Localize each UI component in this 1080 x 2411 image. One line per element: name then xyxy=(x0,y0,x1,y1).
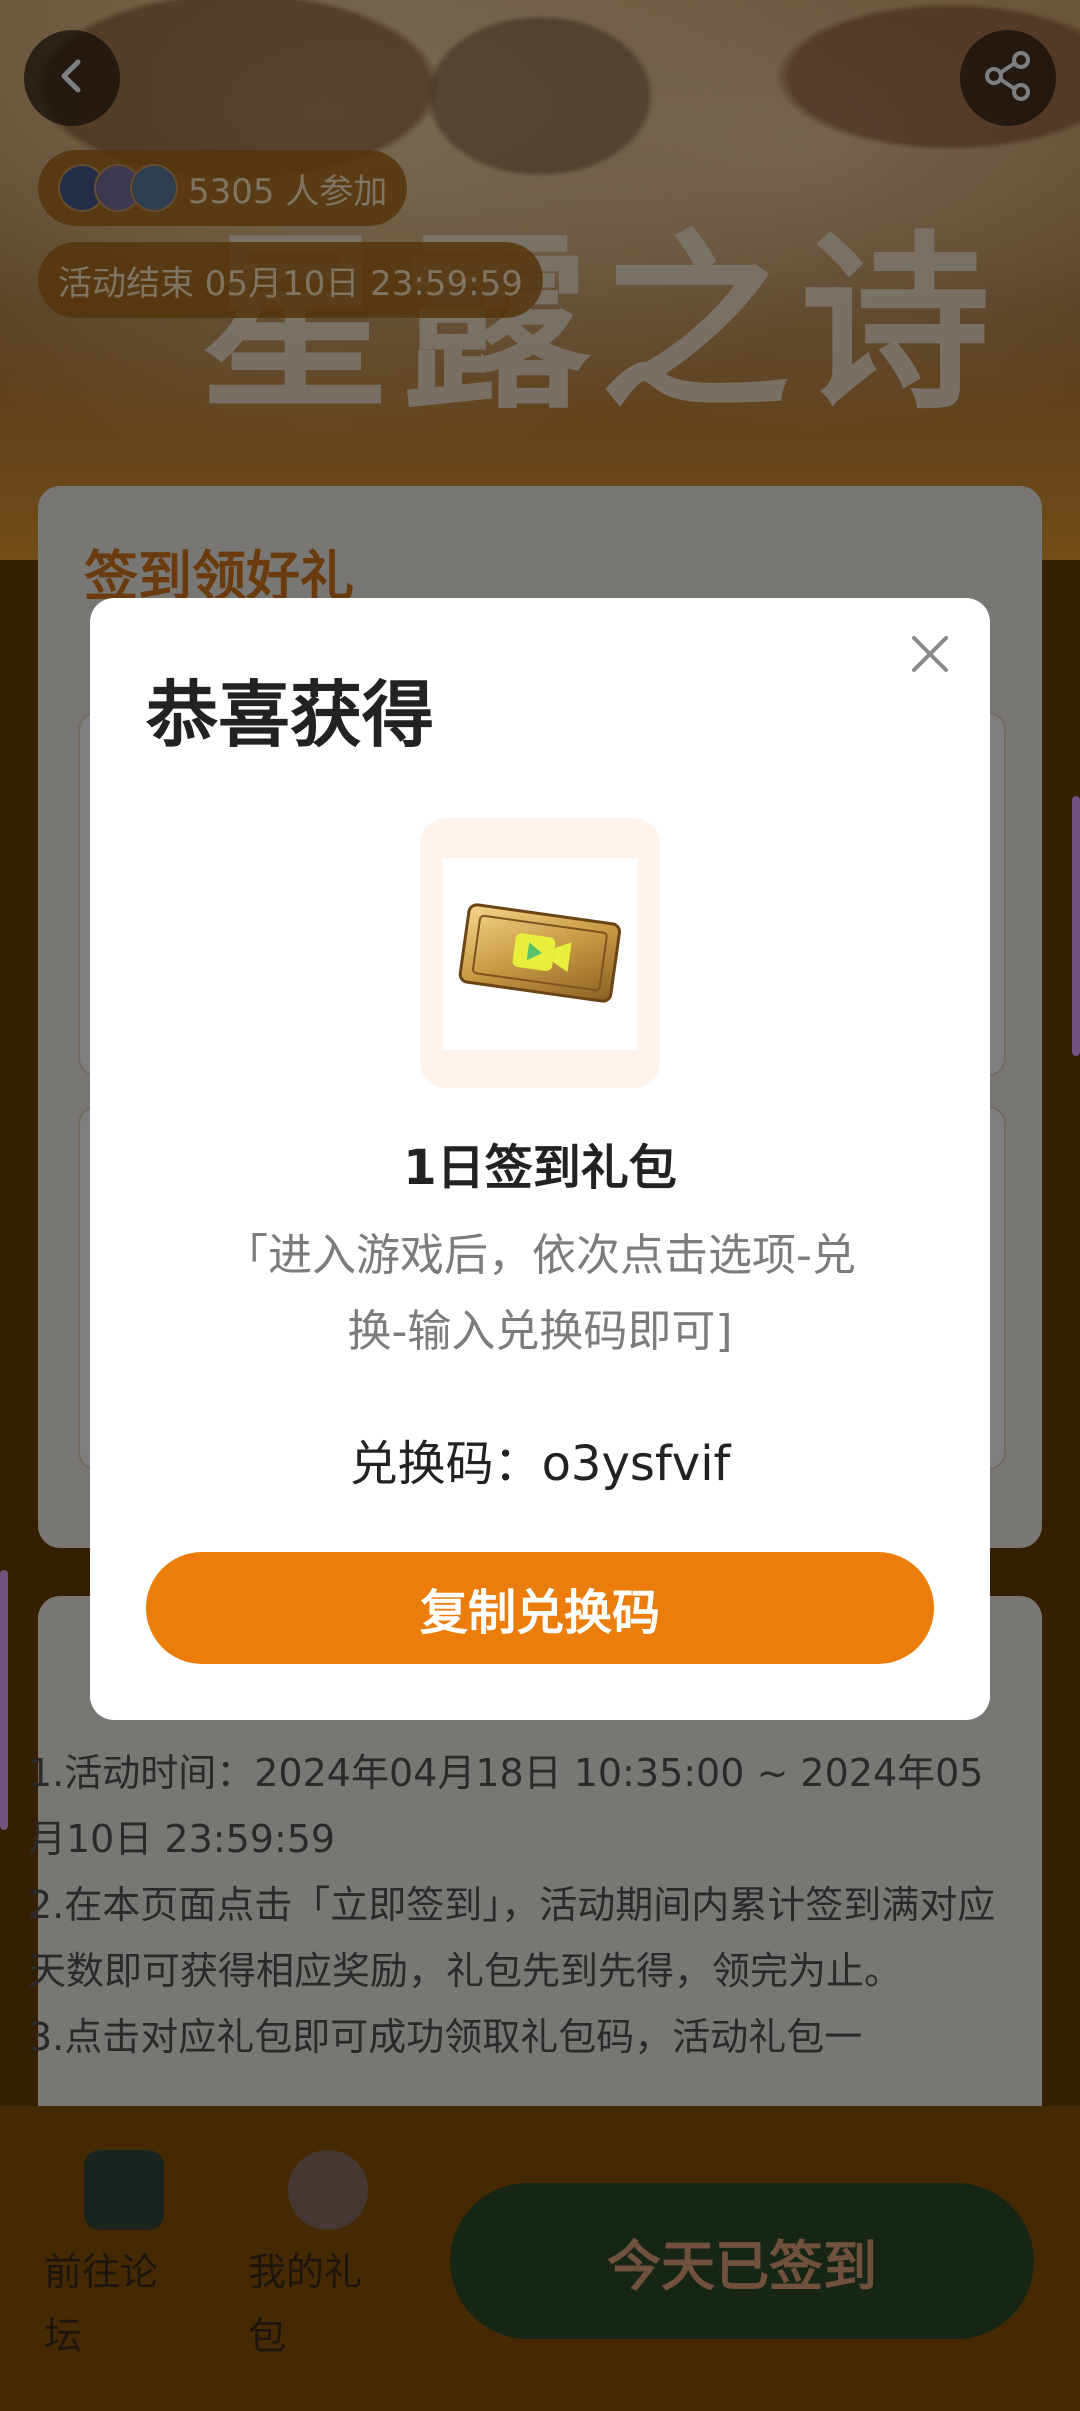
prize-image xyxy=(442,858,638,1050)
close-icon xyxy=(910,634,950,678)
gift-name: 1日签到礼包 xyxy=(403,1140,677,1196)
prize-frame xyxy=(420,818,660,1088)
video-ticket-icon xyxy=(452,892,628,1016)
gift-description: 「进入游戏后，依次点击选项-兑换-输入兑换码即可] xyxy=(224,1230,856,1357)
copy-code-button[interactable]: 复制兑换码 xyxy=(146,1552,934,1664)
redeem-code: 兑换码：o3ysfvif xyxy=(349,1436,731,1492)
reward-dialog: 恭喜获得 1日签到礼包 「进入游戏后，依次点击选项-兑换-输入兑换码即可] 兑换… xyxy=(90,598,990,1720)
close-button[interactable] xyxy=(902,628,958,684)
dialog-title: 恭喜获得 xyxy=(146,673,435,757)
